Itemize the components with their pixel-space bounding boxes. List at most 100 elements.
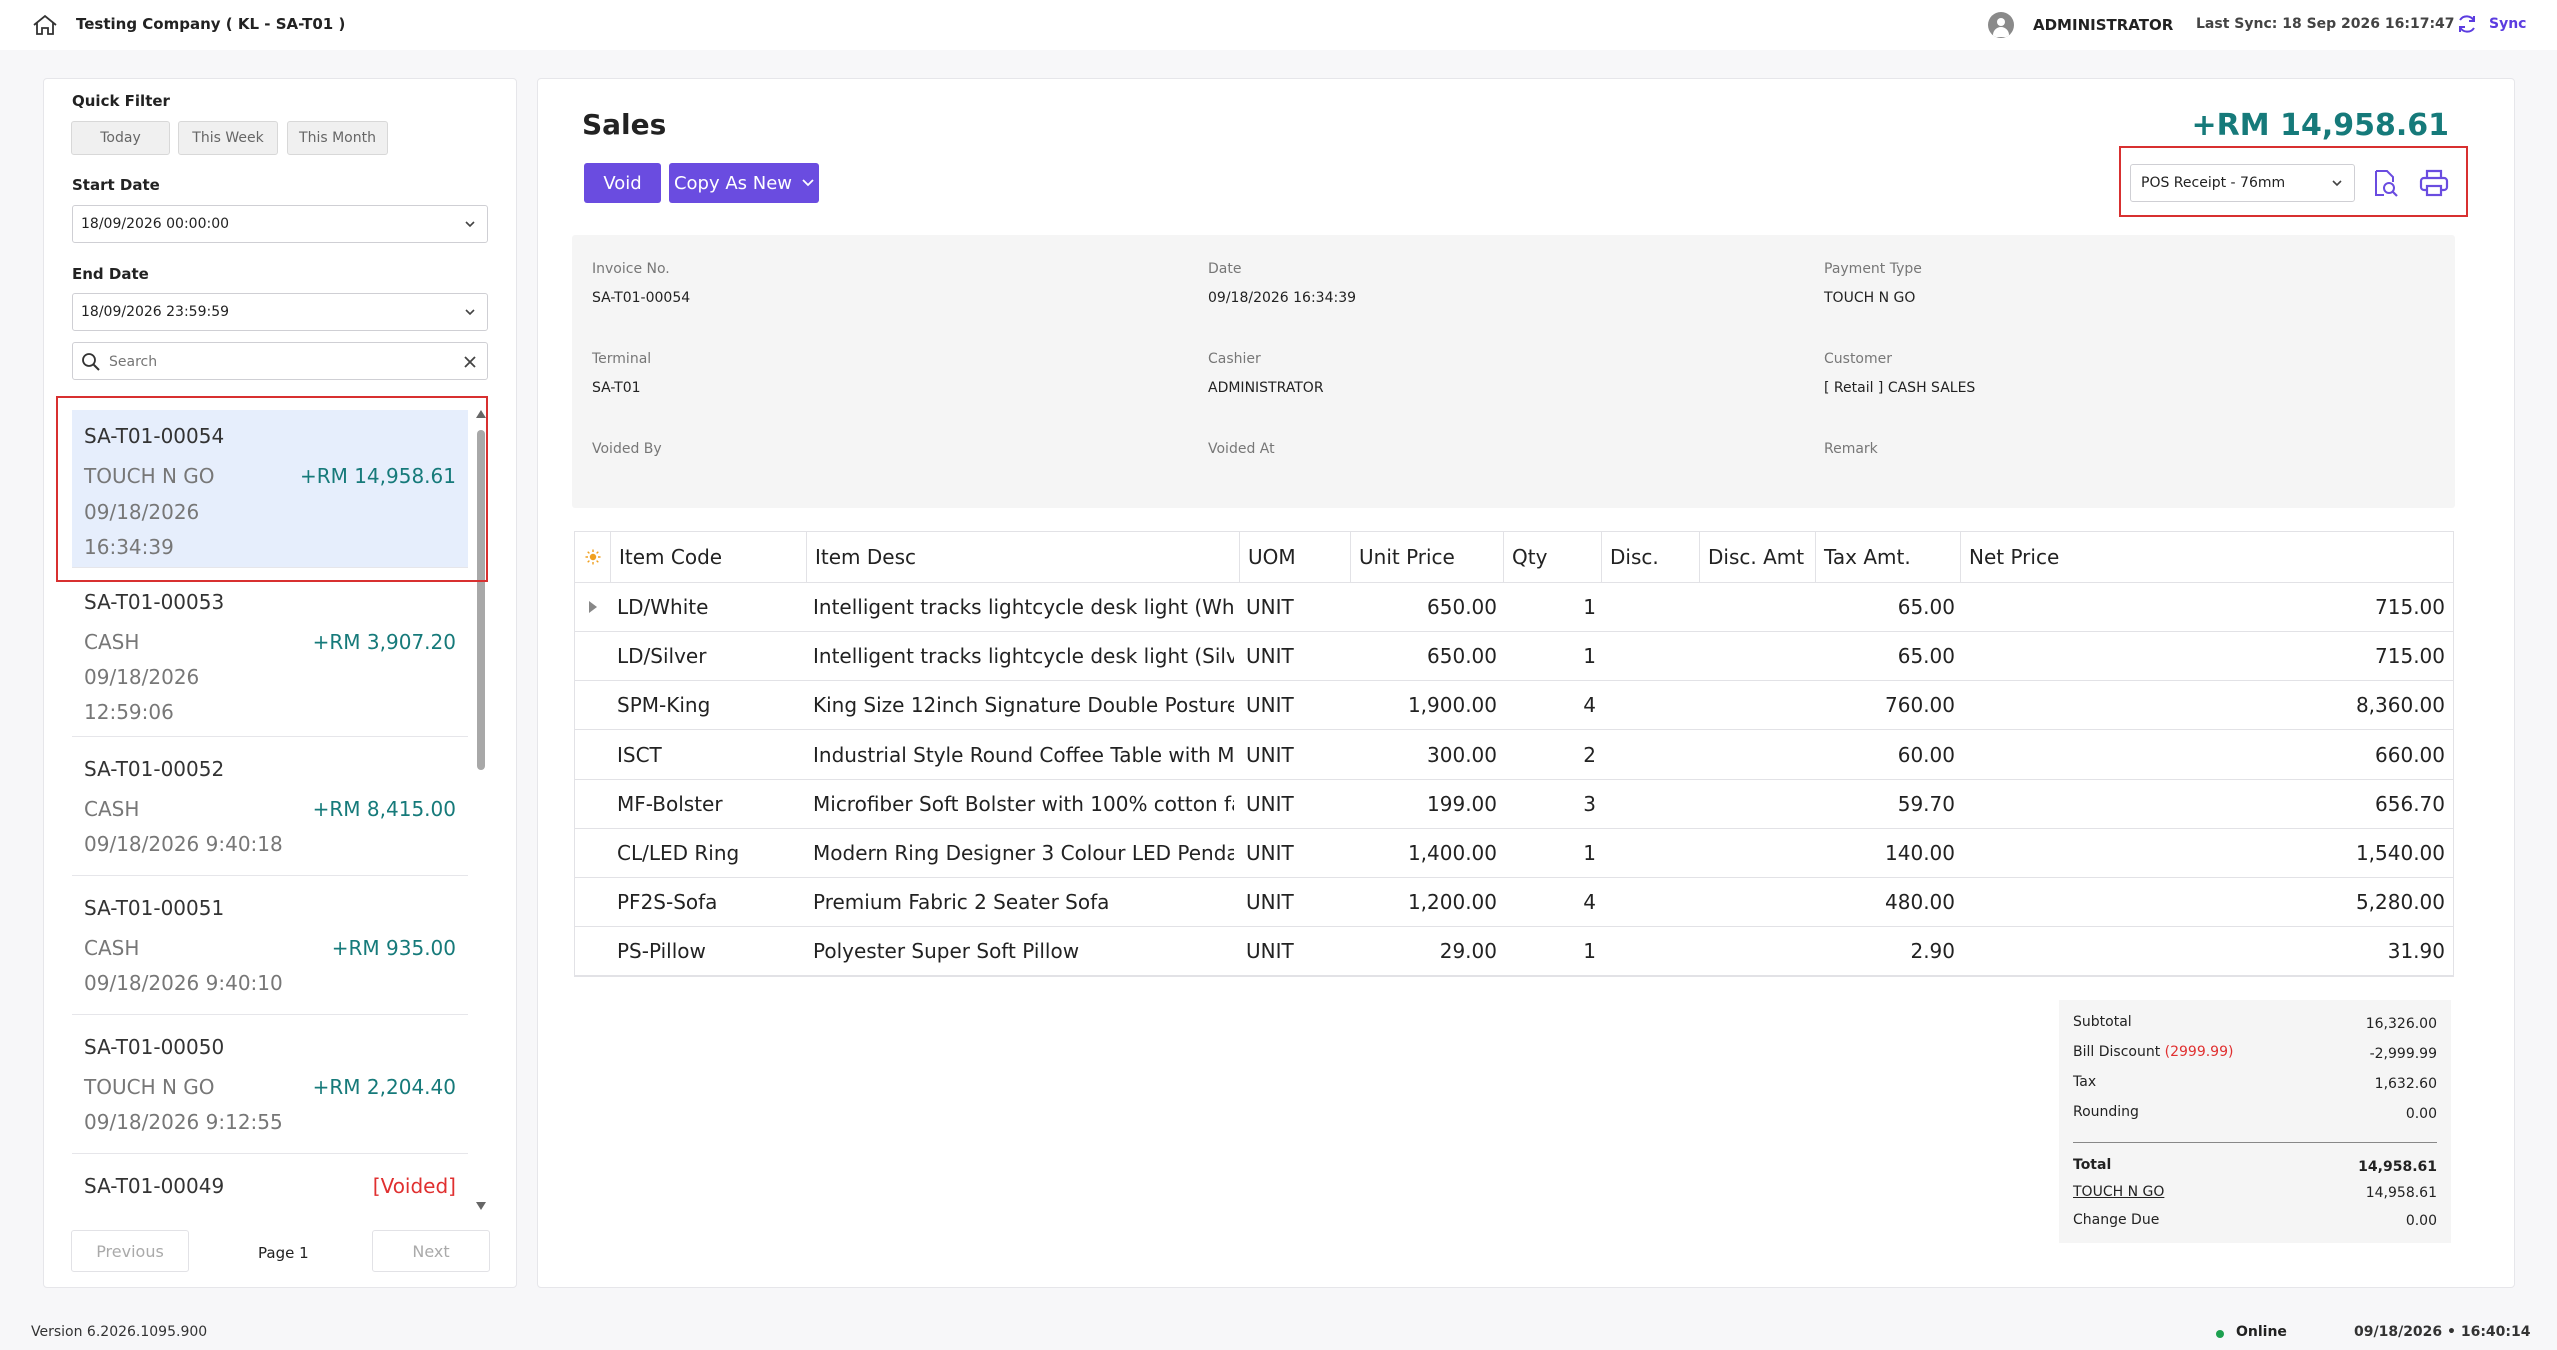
- print-preview-icon[interactable]: [2370, 168, 2400, 198]
- table-cell: [1602, 780, 1694, 828]
- status-bar: [0, 1313, 2557, 1350]
- table-cell: SPM-King: [617, 693, 711, 718]
- table-cell: 2.90: [1910, 939, 1955, 964]
- table-cell: 656.70: [2375, 791, 2445, 816]
- copy-as-new-button[interactable]: Copy As New: [669, 163, 819, 203]
- invoice-amount: +RM 8,415.00: [312, 797, 456, 821]
- voided-badge: [Voided]: [372, 1174, 456, 1198]
- payment-type-value: TOUCH N GO: [1824, 290, 1916, 306]
- user-name: ADMINISTRATOR: [2033, 16, 2174, 34]
- filter-this-month-button[interactable]: This Month: [287, 121, 388, 155]
- payment-type: CASH: [84, 630, 140, 654]
- table-cell: 660.00: [2375, 742, 2445, 767]
- invoice-no-label: Invoice No.: [592, 261, 670, 277]
- table-row[interactable]: CL/LED Ring Modern Ring Designer 3 Colour…: [575, 829, 2453, 878]
- sync-button[interactable]: Sync: [2489, 16, 2526, 32]
- table-cell: 1: [1583, 644, 1596, 669]
- sync-icon[interactable]: [2456, 13, 2478, 35]
- terminal-value: SA-T01: [592, 380, 641, 396]
- table-row[interactable]: PS-Pillow Polyester Super Soft Pillow UNIT…: [575, 927, 2453, 977]
- table-cell: Premium Fabric 2 Seater Sofa: [813, 890, 1110, 915]
- change-due-value: 0.00: [2405, 1213, 2437, 1229]
- column-header[interactable]: Net Price: [1961, 532, 2453, 582]
- invoice-date: 09/18/2026: [84, 665, 200, 689]
- column-header[interactable]: Item Desc: [807, 532, 1240, 582]
- column-header[interactable]: Item Code: [611, 532, 807, 582]
- invoice-no-value: SA-T01-00054: [592, 290, 691, 306]
- previous-page-button[interactable]: Previous: [71, 1230, 189, 1272]
- table-row[interactable]: ISCT Industrial Style Round Coffee Table …: [575, 731, 2453, 780]
- invoice-number: SA-T01-00051: [84, 896, 225, 920]
- date-label: Date: [1208, 261, 1242, 277]
- table-cell: 1,400.00: [1407, 841, 1497, 865]
- filter-today-button[interactable]: Today: [71, 121, 170, 155]
- scroll-down-icon[interactable]: [476, 1202, 486, 1210]
- company-name: Testing Company ( KL - SA-T01 ): [76, 15, 346, 33]
- top-bar: Testing Company ( KL - SA-T01 ) ADMINIST…: [0, 0, 2557, 50]
- table-cell: [1700, 829, 1810, 877]
- column-header[interactable]: Disc. Amt: [1700, 532, 1816, 582]
- table-cell: 4: [1583, 890, 1596, 915]
- invoice-amount: +RM 935.00: [331, 936, 456, 960]
- table-cell: 3: [1583, 791, 1596, 816]
- table-row[interactable]: LD/Silver Intelligent tracks lightcycle d…: [575, 632, 2453, 682]
- invoice-amount: +RM 3,907.20: [312, 630, 456, 654]
- cashier-label: Cashier: [1208, 351, 1261, 367]
- start-date-field[interactable]: 18/09/2026 00:00:00: [72, 205, 488, 243]
- home-icon[interactable]: [30, 14, 60, 36]
- bill-discount-text: Bill Discount: [2073, 1044, 2161, 1060]
- search-input[interactable]: [109, 351, 439, 373]
- table-cell: 140.00: [1885, 841, 1955, 865]
- printer-icon[interactable]: [2418, 168, 2450, 198]
- table-row[interactable]: SPM-King King Size 12inch Signature Doubl…: [575, 681, 2453, 731]
- invoice-list-item[interactable]: SA-T01-00052 CASH +RM 8,415.00 09/18/202…: [72, 737, 468, 876]
- table-cell: Intelligent tracks lightcycle desk light…: [813, 644, 1234, 669]
- table-row[interactable]: PF2S-Sofa Premium Fabric 2 Seater Sofa UNI…: [575, 878, 2453, 928]
- clear-search-icon[interactable]: [461, 353, 479, 371]
- chevron-down-icon: [2332, 180, 2342, 187]
- table-cell: 65.00: [1897, 644, 1955, 669]
- table-cell: 60.00: [1897, 742, 1955, 767]
- version-text: Version 6.2026.1095.900: [31, 1324, 208, 1340]
- payment-value: 14,958.61: [2365, 1185, 2437, 1201]
- column-header[interactable]: Qty: [1504, 532, 1602, 582]
- chevron-down-icon: [465, 309, 475, 316]
- search-box: [72, 342, 488, 380]
- invoice-list-item[interactable]: SA-T01-00053 CASH +RM 3,907.20 09/18/202…: [72, 568, 468, 737]
- table-row[interactable]: LD/White Intelligent tracks lightcycle de…: [575, 583, 2453, 632]
- void-button[interactable]: Void: [584, 163, 661, 203]
- column-header[interactable]: Unit Price: [1351, 532, 1504, 582]
- tax-value: 1,632.60: [2374, 1076, 2437, 1092]
- table-cell: Modern Ring Designer 3 Colour LED Penda.…: [813, 841, 1234, 865]
- customer-value: [ Retail ] CASH SALES: [1824, 380, 1976, 396]
- table-cell: 31.90: [2387, 939, 2445, 964]
- table-cell: [1700, 583, 1810, 631]
- date-value: 09/18/2026 16:34:39: [1208, 290, 1357, 306]
- next-page-button[interactable]: Next: [372, 1230, 490, 1272]
- print-format-select[interactable]: POS Receipt - 76mm: [2130, 164, 2355, 202]
- table-cell: 715.00: [2375, 595, 2445, 619]
- totals-panel: Subtotal 16,326.00 Bill Discount (2999.9…: [2059, 1000, 2451, 1243]
- table-cell: 1,200.00: [1407, 890, 1497, 915]
- totals-divider: [2073, 1142, 2437, 1143]
- payment-method-link[interactable]: TOUCH N GO: [2073, 1184, 2164, 1200]
- column-header[interactable]: Disc.: [1602, 532, 1700, 582]
- table-cell: UNIT: [1246, 595, 1294, 619]
- invoice-number: SA-T01-00050: [84, 1035, 225, 1059]
- table-cell: LD/Silver: [617, 644, 707, 669]
- invoice-list-item[interactable]: SA-T01-00049 [Voided]: [72, 1154, 468, 1214]
- table-row[interactable]: MF-Bolster Microfiber Soft Bolster with 1…: [575, 780, 2453, 829]
- table-cell: 5,280.00: [2355, 890, 2445, 915]
- filter-this-week-button[interactable]: This Week: [178, 121, 278, 155]
- invoice-list-item[interactable]: SA-T01-00051 CASH +RM 935.00 09/18/2026 …: [72, 876, 468, 1015]
- expand-row-icon[interactable]: [589, 601, 597, 613]
- end-date-field[interactable]: 18/09/2026 23:59:59: [72, 293, 488, 331]
- table-cell: [1700, 632, 1810, 680]
- column-header[interactable]: Tax Amt.: [1816, 532, 1961, 582]
- table-cell: [1700, 878, 1810, 926]
- payment-type: TOUCH N GO: [84, 1075, 215, 1099]
- column-header[interactable]: UOM: [1240, 532, 1351, 582]
- table-cell: UNIT: [1246, 841, 1294, 865]
- print-format-value: POS Receipt - 76mm: [2141, 175, 2286, 191]
- invoice-list-item[interactable]: SA-T01-00050 TOUCH N GO +RM 2,204.40 09/…: [72, 1015, 468, 1154]
